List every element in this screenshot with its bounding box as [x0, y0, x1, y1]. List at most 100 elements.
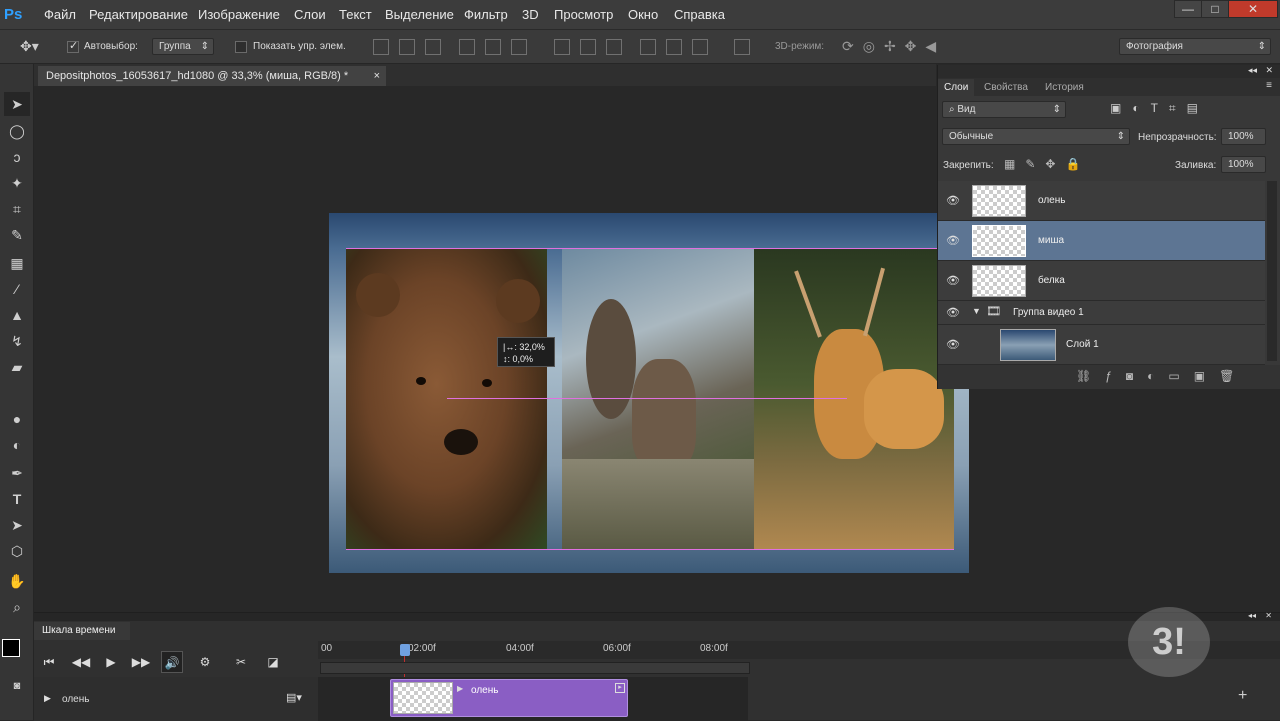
deer-photo[interactable] [754, 249, 954, 549]
play-icon[interactable]: ▶ [100, 651, 122, 673]
menu-window[interactable]: Окно [628, 7, 658, 22]
menu-file[interactable]: Файл [44, 7, 76, 22]
layers-scrollbar[interactable] [1267, 181, 1277, 361]
add-media-icon[interactable]: + [1238, 687, 1247, 705]
distribute-bottom-icon[interactable] [606, 39, 622, 55]
distribute-vcenter-icon[interactable] [580, 39, 596, 55]
expand-triangle-icon[interactable]: ▶ [44, 693, 51, 704]
menu-view[interactable]: Просмотр [554, 7, 613, 22]
quick-mask-icon[interactable]: ◙ [4, 674, 30, 698]
track-menu-icon[interactable]: ▤▾ [286, 691, 302, 704]
layer-row[interactable]: 👁 Слой 1 [938, 325, 1265, 365]
settings-gear-icon[interactable]: ⚙ [194, 651, 216, 673]
tab-layers[interactable]: Слои [938, 79, 975, 96]
distribute-top-icon[interactable] [554, 39, 570, 55]
healing-brush-tool-icon[interactable]: ▦ [4, 251, 30, 275]
visibility-eye-icon[interactable]: 👁 [946, 274, 960, 287]
squirrel-photo[interactable] [562, 249, 754, 549]
history-brush-tool-icon[interactable]: ↯ [4, 329, 30, 353]
close-panel-icon[interactable]: ✕ [1265, 611, 1272, 620]
stamp-tool-icon[interactable]: ▲ [4, 303, 30, 327]
document-image[interactable] [329, 213, 969, 573]
align-left-icon[interactable] [459, 39, 475, 55]
panel-menu-icon[interactable]: ≡ [1266, 80, 1272, 91]
3d-mode-icons[interactable]: ⟳◎✢✥◀ [842, 38, 945, 55]
distribute-hcenter-icon[interactable] [666, 39, 682, 55]
eyedropper-tool-icon[interactable]: ✎ [4, 223, 30, 247]
close-document-icon[interactable]: × [374, 66, 380, 86]
layer-row[interactable]: 👁 миша [938, 221, 1265, 261]
menu-3d[interactable]: 3D [522, 7, 539, 22]
bear-photo[interactable] [346, 249, 547, 549]
dodge-tool-icon[interactable]: ◐ [4, 433, 30, 457]
collapse-icon[interactable]: ◂◂ [1248, 611, 1256, 620]
blend-mode-dropdown[interactable]: Обычные ⇕ [942, 128, 1130, 145]
align-bottom-icon[interactable] [425, 39, 441, 55]
zoom-tool-icon[interactable]: ⌕ [4, 595, 30, 619]
menu-edit[interactable]: Редактирование [89, 7, 188, 22]
visibility-eye-icon[interactable]: 👁 [946, 338, 960, 351]
eraser-tool-icon[interactable]: ▰ [4, 355, 30, 379]
layer-row[interactable]: 👁 белка [938, 261, 1265, 301]
layer-group-row[interactable]: 👁 ▼ 🎞 Группа видео 1 [938, 301, 1265, 325]
first-frame-icon[interactable]: ⏮ [38, 651, 60, 673]
audio-icon[interactable]: 🔊 [161, 651, 183, 673]
menu-help[interactable]: Справка [674, 7, 725, 22]
brush-tool-icon[interactable]: ⁄ [4, 277, 30, 301]
shape-tool-icon[interactable]: ⬡ [4, 539, 30, 563]
visibility-eye-icon[interactable]: 👁 [946, 234, 960, 247]
transition-icon[interactable]: ◪ [262, 651, 284, 673]
menu-select[interactable]: Выделение [385, 7, 454, 22]
align-right-icon[interactable] [511, 39, 527, 55]
crop-tool-icon[interactable]: ⌗ [4, 197, 30, 221]
layer-filter-icons[interactable]: ▣◐T⌗▤ [1110, 101, 1209, 116]
hand-tool-icon[interactable]: ✋ [4, 569, 30, 593]
video-clip[interactable]: ▶ олень ▸ [390, 679, 628, 717]
distribute-left-icon[interactable] [640, 39, 656, 55]
path-select-tool-icon[interactable]: ➤ [4, 513, 30, 537]
blur-tool-icon[interactable]: ● [4, 407, 30, 431]
collapse-icon[interactable]: ◂◂ [1248, 65, 1257, 76]
marquee-tool-icon[interactable]: ◯ [4, 119, 30, 143]
layer-action-icons[interactable]: ⛓ƒ◙◐▭▣🗑 [1076, 369, 1248, 383]
work-area-bar[interactable] [320, 662, 750, 674]
maximize-button[interactable]: □ [1201, 0, 1229, 18]
align-vcenter-icon[interactable] [399, 39, 415, 55]
prev-frame-icon[interactable]: ◀◀ [70, 651, 92, 673]
fill-input[interactable]: 100% [1221, 156, 1266, 173]
document-tab[interactable]: Depositphotos_16053617_hd1080 @ 33,3% (м… [38, 66, 386, 86]
layer-row[interactable]: 👁 олень [938, 181, 1265, 221]
timeline-title[interactable]: Шкала времени [34, 622, 130, 640]
auto-align-icon[interactable] [734, 39, 750, 55]
autoselect-checkbox[interactable]: ✓ [67, 40, 79, 53]
split-scissors-icon[interactable]: ✂ [230, 651, 252, 673]
close-window-button[interactable]: ✕ [1228, 0, 1278, 18]
next-frame-icon[interactable]: ▶▶ [130, 651, 152, 673]
visibility-eye-icon[interactable]: 👁 [946, 194, 960, 207]
menu-type[interactable]: Текст [339, 7, 372, 22]
workspace-dropdown[interactable]: Фотография ⇕ [1119, 38, 1271, 55]
playhead[interactable] [400, 644, 410, 656]
show-transform-controls-checkbox[interactable] [235, 41, 247, 53]
expand-triangle-icon[interactable]: ▼ [972, 306, 981, 316]
foreground-color-swatch[interactable] [2, 639, 20, 657]
quick-select-tool-icon[interactable]: ✦ [4, 171, 30, 195]
tab-history[interactable]: История [1039, 79, 1090, 96]
visibility-eye-icon[interactable]: 👁 [946, 306, 960, 319]
move-tool-preset-icon[interactable]: ✥▾ [20, 38, 39, 55]
lock-icons[interactable]: ▦✎✥🔒 [1004, 157, 1090, 171]
pen-tool-icon[interactable]: ✒ [4, 461, 30, 485]
opacity-input[interactable]: 100% [1221, 128, 1266, 145]
menu-image[interactable]: Изображение [198, 7, 280, 22]
menu-filter[interactable]: Фильтр [464, 7, 508, 22]
layer-filter-dropdown[interactable]: ⌕ Вид ⇕ [942, 101, 1066, 118]
tab-properties[interactable]: Свойства [978, 79, 1034, 96]
clip-menu-icon[interactable]: ▸ [615, 683, 625, 693]
move-tool-icon[interactable]: ➤ [4, 92, 30, 116]
align-hcenter-icon[interactable] [485, 39, 501, 55]
close-panel-icon[interactable]: ✕ [1265, 65, 1273, 76]
distribute-right-icon[interactable] [692, 39, 708, 55]
align-top-icon[interactable] [373, 39, 389, 55]
expand-triangle-icon[interactable]: ▶ [457, 684, 463, 693]
type-tool-icon[interactable]: T [4, 487, 30, 511]
